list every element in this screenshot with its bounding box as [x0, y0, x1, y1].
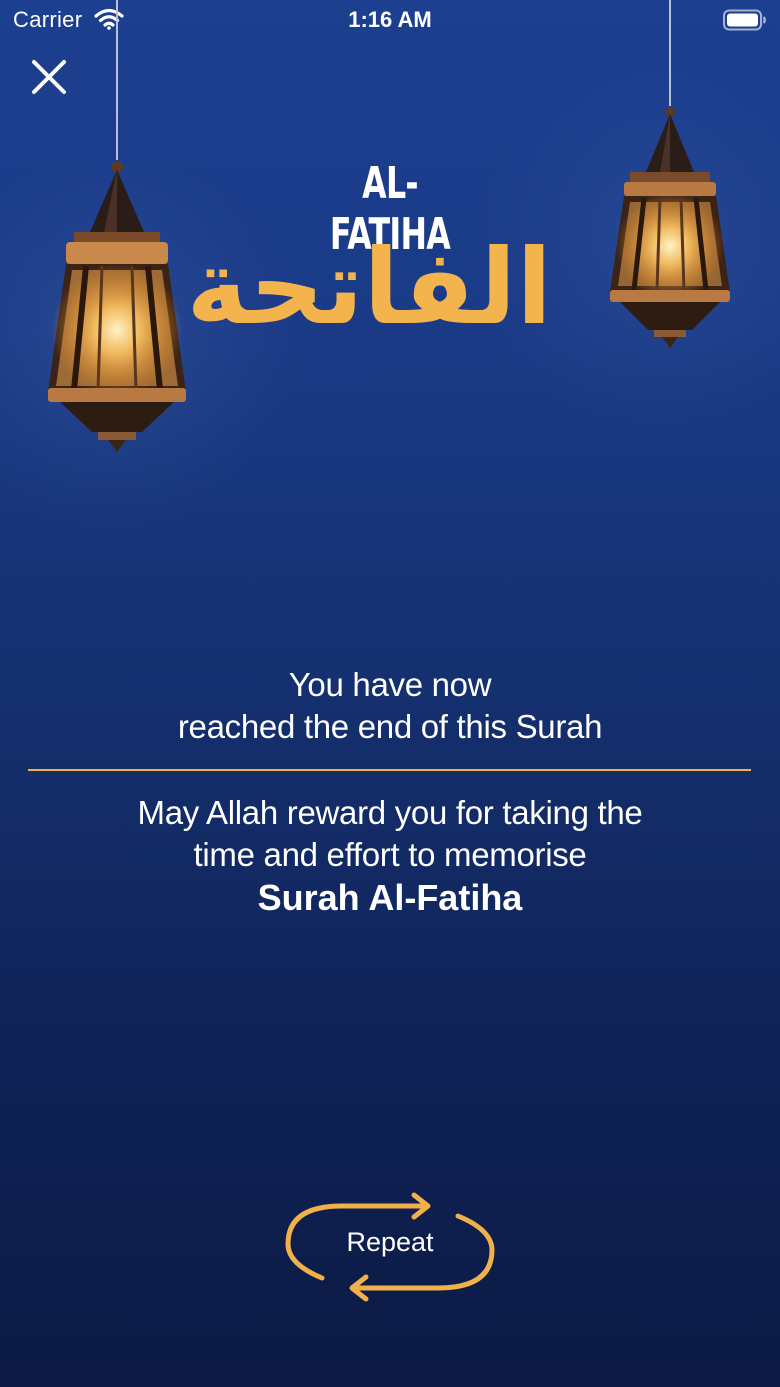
surah-title-arabic: الفاتحة	[186, 226, 552, 348]
divider	[28, 769, 751, 771]
reward-message: May Allah reward you for taking the time…	[40, 792, 740, 876]
repeat-label: Repeat	[346, 1227, 434, 1257]
lantern-icon	[38, 0, 198, 465]
surah-complete-screen: Carrier 1:16 AM AL-FATIHA الفاتحة You ha…	[0, 0, 780, 1387]
completion-message-line2: reached the end of this Surah	[177, 708, 603, 745]
surah-name: Surah Al-Fatiha	[257, 877, 523, 918]
repeat-button[interactable]: Repeat	[282, 1190, 498, 1304]
reward-message-line2: time and effort to memorise	[193, 836, 587, 873]
completion-message-line1: You have now	[288, 666, 492, 703]
completion-message: You have now reached the end of this Sur…	[40, 664, 740, 748]
reward-message-line1: May Allah reward you for taking the	[137, 794, 643, 831]
lantern-icon	[604, 0, 744, 365]
